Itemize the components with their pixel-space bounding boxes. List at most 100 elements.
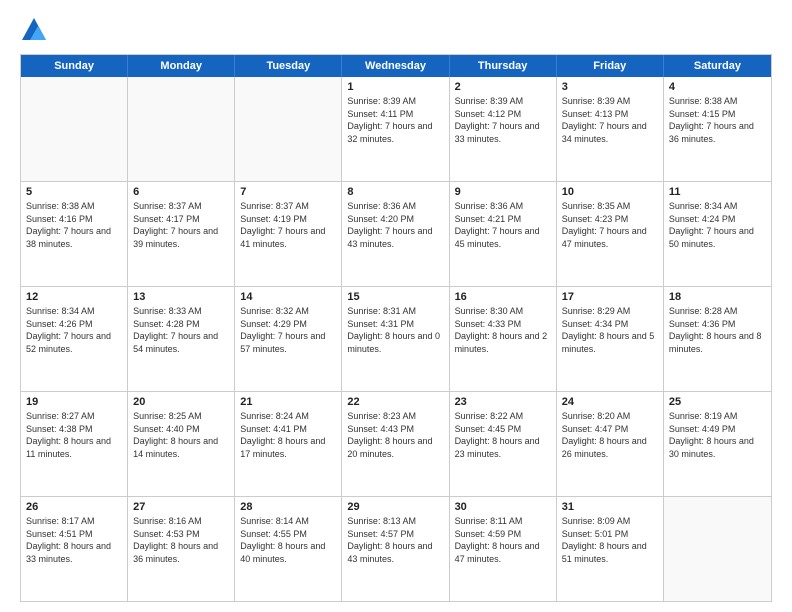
calendar-cell: 7 Sunrise: 8:37 AM Sunset: 4:19 PM Daylig… <box>235 182 342 286</box>
cell-info: Sunrise: 8:35 AM Sunset: 4:23 PM Dayligh… <box>562 200 658 250</box>
cell-info: Sunrise: 8:34 AM Sunset: 4:24 PM Dayligh… <box>669 200 766 250</box>
page-header <box>20 16 772 44</box>
calendar-cell: 31 Sunrise: 8:09 AM Sunset: 5:01 PM Dayli… <box>557 497 664 601</box>
cell-info: Sunrise: 8:30 AM Sunset: 4:33 PM Dayligh… <box>455 305 551 355</box>
cell-info: Sunrise: 8:11 AM Sunset: 4:59 PM Dayligh… <box>455 515 551 565</box>
calendar-cell: 21 Sunrise: 8:24 AM Sunset: 4:41 PM Dayli… <box>235 392 342 496</box>
calendar-row: 19Sunrise: 8:27 AM Sunset: 4:38 PM Dayli… <box>21 391 771 496</box>
logo <box>20 16 52 44</box>
weekday-header: Thursday <box>450 55 557 77</box>
cell-info: Sunrise: 8:24 AM Sunset: 4:41 PM Dayligh… <box>240 410 336 460</box>
cell-info: Sunrise: 8:39 AM Sunset: 4:11 PM Dayligh… <box>347 95 443 145</box>
day-number: 18 <box>669 291 766 303</box>
day-number: 29 <box>347 501 443 513</box>
day-number: 9 <box>455 186 551 198</box>
weekday-header: Monday <box>128 55 235 77</box>
calendar-cell: 2 Sunrise: 8:39 AM Sunset: 4:12 PM Daylig… <box>450 77 557 181</box>
cell-info: Sunrise: 8:36 AM Sunset: 4:20 PM Dayligh… <box>347 200 443 250</box>
calendar-cell: 11 Sunrise: 8:34 AM Sunset: 4:24 PM Dayli… <box>664 182 771 286</box>
cell-info: Sunrise: 8:37 AM Sunset: 4:17 PM Dayligh… <box>133 200 229 250</box>
calendar-cell: 16 Sunrise: 8:30 AM Sunset: 4:33 PM Dayli… <box>450 287 557 391</box>
calendar-cell <box>235 77 342 181</box>
day-number: 13 <box>133 291 229 303</box>
cell-info: Sunrise: 8:28 AM Sunset: 4:36 PM Dayligh… <box>669 305 766 355</box>
cell-info: Sunrise: 8:39 AM Sunset: 4:13 PM Dayligh… <box>562 95 658 145</box>
day-number: 3 <box>562 81 658 93</box>
day-number: 21 <box>240 396 336 408</box>
calendar-cell: 25Sunrise: 8:19 AM Sunset: 4:49 PM Dayli… <box>664 392 771 496</box>
calendar-cell: 24 Sunrise: 8:20 AM Sunset: 4:47 PM Dayli… <box>557 392 664 496</box>
cell-info: Sunrise: 8:25 AM Sunset: 4:40 PM Dayligh… <box>133 410 229 460</box>
calendar-cell: 10 Sunrise: 8:35 AM Sunset: 4:23 PM Dayli… <box>557 182 664 286</box>
day-number: 28 <box>240 501 336 513</box>
day-number: 23 <box>455 396 551 408</box>
day-number: 25 <box>669 396 766 408</box>
day-number: 26 <box>26 501 122 513</box>
calendar-cell: 14 Sunrise: 8:32 AM Sunset: 4:29 PM Dayli… <box>235 287 342 391</box>
day-number: 24 <box>562 396 658 408</box>
day-number: 10 <box>562 186 658 198</box>
calendar-cell: 4Sunrise: 8:38 AM Sunset: 4:15 PM Daylig… <box>664 77 771 181</box>
day-number: 8 <box>347 186 443 198</box>
calendar-cell: 15 Sunrise: 8:31 AM Sunset: 4:31 PM Dayli… <box>342 287 449 391</box>
calendar-cell: 5 Sunrise: 8:38 AM Sunset: 4:16 PM Daylig… <box>21 182 128 286</box>
calendar-cell <box>128 77 235 181</box>
day-number: 16 <box>455 291 551 303</box>
cell-info: Sunrise: 8:32 AM Sunset: 4:29 PM Dayligh… <box>240 305 336 355</box>
cell-info: Sunrise: 8:17 AM Sunset: 4:51 PM Dayligh… <box>26 515 122 565</box>
cell-info: Sunrise: 8:36 AM Sunset: 4:21 PM Dayligh… <box>455 200 551 250</box>
day-number: 6 <box>133 186 229 198</box>
cell-info: Sunrise: 8:37 AM Sunset: 4:19 PM Dayligh… <box>240 200 336 250</box>
calendar-row: 1 Sunrise: 8:39 AM Sunset: 4:11 PM Daylig… <box>21 77 771 181</box>
weekday-header: Friday <box>557 55 664 77</box>
weekday-header: Wednesday <box>342 55 449 77</box>
cell-info: Sunrise: 8:23 AM Sunset: 4:43 PM Dayligh… <box>347 410 443 460</box>
calendar-cell: 12 Sunrise: 8:34 AM Sunset: 4:26 PM Dayli… <box>21 287 128 391</box>
calendar-cell: 17Sunrise: 8:29 AM Sunset: 4:34 PM Dayli… <box>557 287 664 391</box>
calendar-cell: 30 Sunrise: 8:11 AM Sunset: 4:59 PM Dayli… <box>450 497 557 601</box>
calendar-cell: 3 Sunrise: 8:39 AM Sunset: 4:13 PM Daylig… <box>557 77 664 181</box>
day-number: 11 <box>669 186 766 198</box>
weekday-header: Sunday <box>21 55 128 77</box>
calendar-cell: 19Sunrise: 8:27 AM Sunset: 4:38 PM Dayli… <box>21 392 128 496</box>
calendar-cell: 22Sunrise: 8:23 AM Sunset: 4:43 PM Dayli… <box>342 392 449 496</box>
day-number: 14 <box>240 291 336 303</box>
day-number: 4 <box>669 81 766 93</box>
calendar-cell <box>21 77 128 181</box>
calendar-cell: 28 Sunrise: 8:14 AM Sunset: 4:55 PM Dayli… <box>235 497 342 601</box>
day-number: 2 <box>455 81 551 93</box>
calendar-cell <box>664 497 771 601</box>
calendar-cell: 23Sunrise: 8:22 AM Sunset: 4:45 PM Dayli… <box>450 392 557 496</box>
day-number: 12 <box>26 291 122 303</box>
weekday-header: Saturday <box>664 55 771 77</box>
cell-info: Sunrise: 8:13 AM Sunset: 4:57 PM Dayligh… <box>347 515 443 565</box>
calendar-cell: 9 Sunrise: 8:36 AM Sunset: 4:21 PM Daylig… <box>450 182 557 286</box>
cell-info: Sunrise: 8:14 AM Sunset: 4:55 PM Dayligh… <box>240 515 336 565</box>
day-number: 5 <box>26 186 122 198</box>
calendar-row: 26 Sunrise: 8:17 AM Sunset: 4:51 PM Dayli… <box>21 496 771 601</box>
cell-info: Sunrise: 8:27 AM Sunset: 4:38 PM Dayligh… <box>26 410 122 460</box>
cell-info: Sunrise: 8:31 AM Sunset: 4:31 PM Dayligh… <box>347 305 443 355</box>
calendar-body: 1 Sunrise: 8:39 AM Sunset: 4:11 PM Daylig… <box>21 77 771 601</box>
calendar-cell: 13 Sunrise: 8:33 AM Sunset: 4:28 PM Dayli… <box>128 287 235 391</box>
calendar-cell: 8 Sunrise: 8:36 AM Sunset: 4:20 PM Daylig… <box>342 182 449 286</box>
day-number: 31 <box>562 501 658 513</box>
cell-info: Sunrise: 8:39 AM Sunset: 4:12 PM Dayligh… <box>455 95 551 145</box>
calendar-cell: 6 Sunrise: 8:37 AM Sunset: 4:17 PM Daylig… <box>128 182 235 286</box>
cell-info: Sunrise: 8:20 AM Sunset: 4:47 PM Dayligh… <box>562 410 658 460</box>
calendar-header: SundayMondayTuesdayWednesdayThursdayFrid… <box>21 55 771 77</box>
calendar: SundayMondayTuesdayWednesdayThursdayFrid… <box>20 54 772 602</box>
day-number: 1 <box>347 81 443 93</box>
day-number: 15 <box>347 291 443 303</box>
day-number: 7 <box>240 186 336 198</box>
calendar-cell: 20 Sunrise: 8:25 AM Sunset: 4:40 PM Dayli… <box>128 392 235 496</box>
cell-info: Sunrise: 8:09 AM Sunset: 5:01 PM Dayligh… <box>562 515 658 565</box>
cell-info: Sunrise: 8:34 AM Sunset: 4:26 PM Dayligh… <box>26 305 122 355</box>
calendar-row: 12 Sunrise: 8:34 AM Sunset: 4:26 PM Dayli… <box>21 286 771 391</box>
cell-info: Sunrise: 8:38 AM Sunset: 4:16 PM Dayligh… <box>26 200 122 250</box>
day-number: 20 <box>133 396 229 408</box>
day-number: 30 <box>455 501 551 513</box>
calendar-cell: 29 Sunrise: 8:13 AM Sunset: 4:57 PM Dayli… <box>342 497 449 601</box>
cell-info: Sunrise: 8:33 AM Sunset: 4:28 PM Dayligh… <box>133 305 229 355</box>
cell-info: Sunrise: 8:16 AM Sunset: 4:53 PM Dayligh… <box>133 515 229 565</box>
